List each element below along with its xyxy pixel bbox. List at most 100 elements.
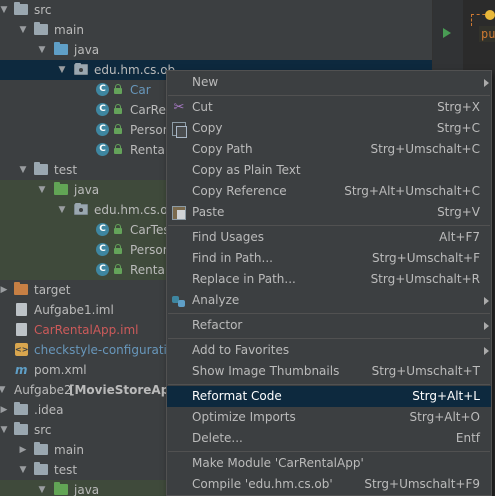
expand-arrow-icon[interactable]: ▶ <box>0 400 10 420</box>
tree-row-src[interactable]: ▼ src <box>0 0 432 20</box>
menu-item-optimize-imports[interactable]: Optimize Imports Strg+Alt+O <box>167 407 491 428</box>
lock-icon <box>113 124 123 135</box>
menu-item-label: Make Module 'CarRentalApp' <box>192 456 364 470</box>
tree-label: Car <box>130 83 151 97</box>
collapse-arrow-icon[interactable]: ▼ <box>17 160 29 180</box>
menu-item-shortcut: Strg+Alt+L <box>412 389 480 403</box>
menu-item-shortcut: Strg+Umschalt+F <box>372 251 480 265</box>
source-folder-icon <box>54 42 68 55</box>
menu-item-label: Optimize Imports <box>192 410 296 424</box>
test-class-icon: C <box>96 263 109 276</box>
tree-label: Aufgabe1.iml <box>34 303 114 317</box>
submenu-arrow-icon <box>484 347 489 355</box>
menu-item-copy[interactable]: Copy Strg+C <box>167 118 491 139</box>
menu-item-paste[interactable]: Paste Strg+V <box>167 202 491 223</box>
menu-item-new[interactable]: New <box>167 72 491 93</box>
tree-label: Person <box>130 123 171 137</box>
menu-item-label: Find Usages <box>192 230 265 244</box>
tree-label: main <box>54 23 84 37</box>
menu-item-add-to-favorites[interactable]: Add to Favorites <box>167 340 491 361</box>
menu-separator <box>168 338 490 339</box>
collapse-arrow-icon[interactable]: ▼ <box>0 0 10 20</box>
submenu-arrow-icon <box>484 297 489 305</box>
collapse-arrow-icon[interactable]: ▼ <box>36 180 48 200</box>
tree-row-java[interactable]: ▼ java <box>0 40 432 60</box>
folder-icon <box>14 402 28 415</box>
collapse-arrow-icon[interactable]: ▼ <box>17 460 29 480</box>
menu-item-show-image-thumbnails[interactable]: Show Image Thumbnails Strg+Umschalt+T <box>167 361 491 382</box>
menu-item-cut[interactable]: ✂ Cut Strg+X <box>167 97 491 118</box>
folder-icon <box>14 2 28 15</box>
submenu-arrow-icon <box>484 322 489 330</box>
menu-item-label: Delete... <box>192 431 243 445</box>
menu-item-shortcut: Strg+Umschalt+T <box>371 364 480 378</box>
collapse-arrow-icon[interactable]: ▼ <box>17 20 29 40</box>
test-folder-icon <box>54 182 68 195</box>
package-icon <box>74 63 88 75</box>
menu-item-refactor[interactable]: Refactor <box>167 315 491 336</box>
analyze-icon <box>172 294 186 308</box>
menu-item-shortcut: Alt+F7 <box>439 230 480 244</box>
menu-item-label: Find in Path... <box>192 251 273 265</box>
menu-item-delete[interactable]: Delete... Entf <box>167 428 491 449</box>
menu-item-label: Refactor <box>192 318 243 332</box>
menu-item-copy-reference[interactable]: Copy Reference Strg+Alt+Umschalt+C <box>167 181 491 202</box>
tree-label: test <box>54 163 78 177</box>
tree-label: src <box>34 423 52 437</box>
xml-file-icon: <> <box>15 343 29 356</box>
menu-separator <box>168 95 490 96</box>
collapse-arrow-icon[interactable]: ▼ <box>0 380 8 400</box>
expand-arrow-icon[interactable]: ▶ <box>17 440 29 460</box>
menu-item-label: New <box>192 75 219 89</box>
class-icon: C <box>96 123 109 136</box>
menu-item-shortcut: Strg+V <box>437 205 480 219</box>
menu-item-label: Show Image Thumbnails <box>192 364 340 378</box>
test-class-icon: C <box>96 243 109 256</box>
menu-item-compile[interactable]: Compile 'edu.hm.cs.ob' Strg+Umschalt+F9 <box>167 474 491 495</box>
tree-row-main[interactable]: ▼ main <box>0 20 432 40</box>
folder-icon <box>34 442 48 455</box>
menu-item-find-in-path[interactable]: Find in Path... Strg+Umschalt+F <box>167 248 491 269</box>
tree-label: pom.xml <box>34 363 87 377</box>
menu-item-replace-in-path[interactable]: Replace in Path... Strg+Umschalt+R <box>167 269 491 290</box>
menu-item-label: Copy as Plain Text <box>192 163 301 177</box>
excluded-folder-icon <box>14 282 28 295</box>
collapse-arrow-icon[interactable]: ▼ <box>0 420 10 440</box>
collapse-arrow-icon[interactable]: ▼ <box>36 480 48 496</box>
lock-icon <box>113 264 123 275</box>
lightbulb-icon[interactable] <box>485 10 495 20</box>
menu-item-shortcut: Strg+C <box>436 121 480 135</box>
menu-item-shortcut: Strg+Alt+Umschalt+C <box>344 184 480 198</box>
menu-item-find-usages[interactable]: Find Usages Alt+F7 <box>167 227 491 248</box>
menu-item-label: Copy Path <box>192 142 253 156</box>
tree-label: src <box>34 3 52 17</box>
menu-item-analyze[interactable]: Analyze <box>167 290 491 311</box>
context-menu: New ✂ Cut Strg+X Copy Strg+C Copy Path S… <box>166 70 492 496</box>
menu-item-copy-plain-text[interactable]: Copy as Plain Text <box>167 160 491 181</box>
lock-icon <box>113 144 123 155</box>
menu-item-reformat-code[interactable]: Reformat Code Strg+Alt+L <box>167 386 491 407</box>
menu-separator <box>168 225 490 226</box>
run-gutter-icon[interactable] <box>443 28 451 38</box>
collapse-arrow-icon[interactable]: ▼ <box>56 200 68 220</box>
menu-item-label: Replace in Path... <box>192 272 296 286</box>
menu-item-label: Copy Reference <box>192 184 287 198</box>
menu-item-label: Reformat Code <box>192 389 282 403</box>
expand-arrow-icon[interactable]: ▶ <box>0 280 10 300</box>
tree-label: main <box>54 443 84 457</box>
copy-icon <box>172 122 187 138</box>
menu-item-label: Copy <box>192 121 223 135</box>
menu-item-make-module[interactable]: Make Module 'CarRentalApp' <box>167 453 491 474</box>
collapse-arrow-icon[interactable]: ▼ <box>56 60 68 80</box>
tree-label: Aufgabe2 <box>14 383 72 397</box>
code-snippet[interactable]: pub <box>479 26 495 42</box>
folder-icon <box>34 162 48 175</box>
test-folder-icon <box>54 482 68 495</box>
collapse-arrow-icon[interactable]: ▼ <box>36 40 48 60</box>
menu-item-copy-path[interactable]: Copy Path Strg+Umschalt+C <box>167 139 491 160</box>
lock-icon <box>113 84 123 95</box>
lock-icon <box>113 224 123 235</box>
menu-item-label: Cut <box>192 100 213 114</box>
lock-icon <box>113 244 123 255</box>
menu-item-shortcut: Strg+Umschalt+R <box>370 272 480 286</box>
